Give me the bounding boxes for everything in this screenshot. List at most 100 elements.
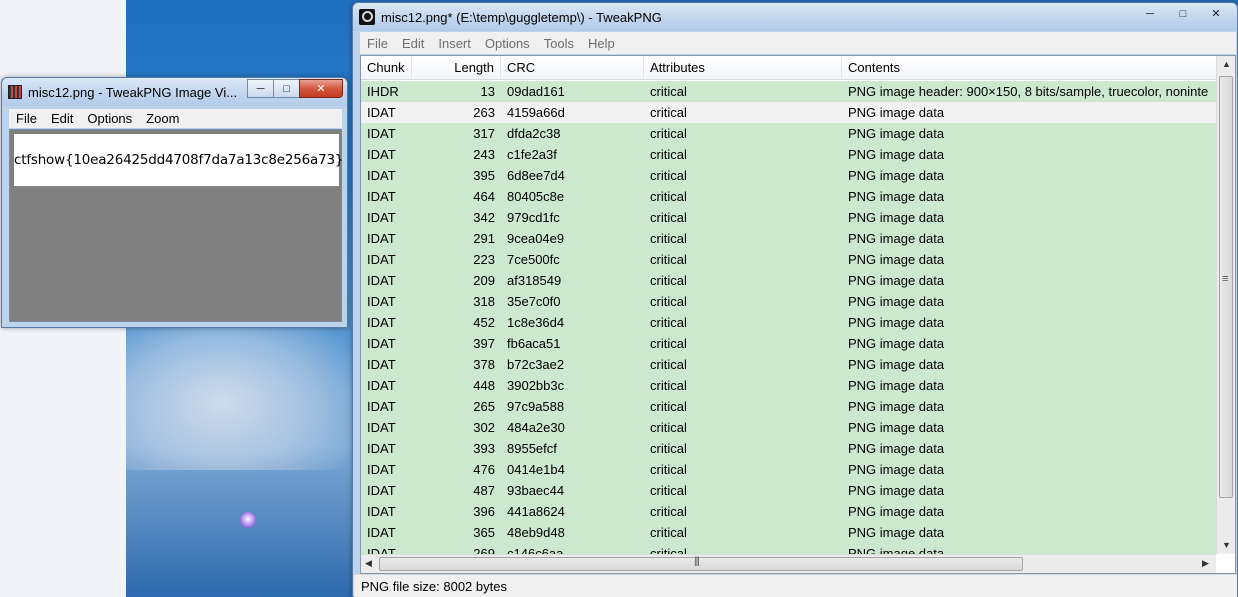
cell-chunk: IDAT (367, 399, 396, 414)
table-row[interactable]: IDAT 476 0414e1b4 critical PNG image data (361, 459, 1216, 480)
menu-tools[interactable]: Tools (537, 36, 581, 51)
cell-attributes: critical (650, 105, 687, 120)
horizontal-scroll-thumb[interactable] (379, 556, 1023, 571)
cell-crc: 93baec44 (507, 483, 565, 498)
table-row[interactable]: IDAT 487 93baec44 critical PNG image data (361, 480, 1216, 501)
cell-crc: 484a2e30 (507, 420, 565, 435)
image-viewer-window[interactable]: misc12.png - TweakPNG Image Vi... ─ □ ✕ … (1, 77, 348, 328)
table-row[interactable]: IDAT 393 8955efcf critical PNG image data (361, 438, 1216, 459)
tweakpng-main-window[interactable]: misc12.png* (E:\temp\guggletemp\) - Twea… (352, 2, 1238, 597)
tweakpng-app-icon (359, 9, 375, 25)
maximize-icon[interactable]: □ (273, 79, 300, 98)
cell-crc: 441a8624 (507, 504, 565, 519)
minimize-icon[interactable]: ─ (247, 79, 274, 98)
cell-crc: 979cd1fc (507, 210, 560, 225)
table-row[interactable]: IDAT 396 441a8624 critical PNG image data (361, 501, 1216, 522)
cell-contents: PNG image data (848, 336, 945, 351)
cell-chunk: IDAT (367, 357, 396, 372)
table-row[interactable]: IDAT 209 af318549 critical PNG image data (361, 270, 1216, 291)
close-icon[interactable]: ✕ (299, 79, 343, 98)
maximize-icon[interactable]: □ (1166, 4, 1200, 23)
column-header-attributes[interactable]: Attributes (644, 56, 842, 80)
column-header-crc[interactable]: CRC (501, 56, 644, 80)
cell-crc: 80405c8e (507, 189, 565, 204)
chunk-list[interactable]: Chunk Length CRC Attributes Contents IHD… (360, 55, 1236, 574)
table-row[interactable]: IDAT 291 9cea04e9 critical PNG image data (361, 228, 1216, 249)
cell-attributes: critical (650, 357, 687, 372)
cell-chunk: IDAT (367, 126, 396, 141)
table-row[interactable]: IDAT 342 979cd1fc critical PNG image data (361, 207, 1216, 228)
chunk-list-header: Chunk Length CRC Attributes Contents (361, 56, 1216, 80)
cell-crc: 8955efcf (507, 441, 557, 456)
column-header-contents[interactable]: Contents (842, 56, 1216, 80)
rendered-png-image: ctfshow{10ea26425dd4708f7da7a13c8e256a73… (14, 134, 343, 186)
cell-length: 476 (473, 462, 495, 477)
scroll-down-icon[interactable]: ▼ (1222, 540, 1231, 550)
table-row[interactable]: IDAT 317 dfda2c38 critical PNG image data (361, 123, 1216, 144)
main-menubar: File Edit Insert Options Tools Help (360, 32, 1236, 54)
cell-contents: PNG image data (848, 504, 945, 519)
table-row[interactable]: IDAT 395 6d8ee7d4 critical PNG image data (361, 165, 1216, 186)
cell-crc: 0414e1b4 (507, 462, 565, 477)
table-row[interactable]: IDAT 223 7ce500fc critical PNG image data (361, 249, 1216, 270)
cell-chunk: IDAT (367, 462, 396, 477)
column-header-chunk[interactable]: Chunk (361, 56, 412, 80)
scroll-right-icon[interactable]: ▶ (1202, 558, 1209, 569)
cell-length: 395 (473, 168, 495, 183)
cell-chunk: IDAT (367, 483, 396, 498)
cell-crc: 7ce500fc (507, 252, 560, 267)
viewer-menu-zoom[interactable]: Zoom (139, 111, 186, 126)
menu-edit[interactable]: Edit (395, 36, 431, 51)
cell-attributes: critical (650, 126, 687, 141)
scroll-left-icon[interactable]: ◀ (365, 558, 372, 569)
cell-chunk: IDAT (367, 252, 396, 267)
cell-attributes: critical (650, 504, 687, 519)
cell-attributes: critical (650, 336, 687, 351)
cell-crc: dfda2c38 (507, 126, 561, 141)
table-row[interactable]: IDAT 397 fb6aca51 critical PNG image data (361, 333, 1216, 354)
table-row[interactable]: IDAT 448 3902bb3c critical PNG image data (361, 375, 1216, 396)
cell-crc: 35e7c0f0 (507, 294, 561, 309)
table-row[interactable]: IDAT 243 c1fe2a3f critical PNG image data (361, 144, 1216, 165)
cell-crc: fb6aca51 (507, 336, 561, 351)
cell-contents: PNG image data (848, 252, 945, 267)
menu-options[interactable]: Options (478, 36, 537, 51)
cell-contents: PNG image data (848, 483, 945, 498)
viewer-menu-file[interactable]: File (9, 111, 44, 126)
viewer-titlebar[interactable]: misc12.png - TweakPNG Image Vi... ─ □ ✕ (2, 78, 347, 106)
table-row[interactable]: IDAT 318 35e7c0f0 critical PNG image data (361, 291, 1216, 312)
column-header-length[interactable]: Length (412, 56, 501, 80)
table-row[interactable]: IDAT 302 484a2e30 critical PNG image data (361, 417, 1216, 438)
cell-crc: c1fe2a3f (507, 147, 557, 162)
minimize-icon[interactable]: ─ (1133, 4, 1167, 23)
viewer-menu-edit[interactable]: Edit (44, 111, 80, 126)
viewer-title: misc12.png - TweakPNG Image Vi... (28, 84, 238, 100)
menu-file[interactable]: File (360, 36, 395, 51)
cell-contents: PNG image data (848, 399, 945, 414)
main-titlebar[interactable]: misc12.png* (E:\temp\guggletemp\) - Twea… (353, 3, 1237, 31)
cell-chunk: IDAT (367, 378, 396, 393)
cell-attributes: critical (650, 294, 687, 309)
horizontal-scrollbar[interactable]: ◀ ▶ (361, 554, 1216, 573)
vertical-scrollbar[interactable]: ▲ ▼ (1216, 56, 1235, 554)
table-row[interactable]: IDAT 464 80405c8e critical PNG image data (361, 186, 1216, 207)
cell-length: 318 (473, 294, 495, 309)
cell-crc: b72c3ae2 (507, 357, 565, 372)
menu-insert[interactable]: Insert (431, 36, 478, 51)
cell-crc: 3902bb3c (507, 378, 565, 393)
vertical-scroll-thumb[interactable] (1219, 76, 1233, 498)
cell-contents: PNG image data (848, 231, 945, 246)
table-row[interactable]: IDAT 265 97c9a588 critical PNG image data (361, 396, 1216, 417)
table-row[interactable]: IDAT 365 48eb9d48 critical PNG image data (361, 522, 1216, 543)
viewer-menu-options[interactable]: Options (80, 111, 139, 126)
cell-chunk: IDAT (367, 294, 396, 309)
cell-length: 396 (473, 504, 495, 519)
menu-help[interactable]: Help (581, 36, 622, 51)
table-row[interactable]: IDAT 263 4159a66d critical PNG image data (361, 102, 1216, 123)
scroll-up-icon[interactable]: ▲ (1222, 59, 1231, 69)
close-icon[interactable]: ✕ (1199, 4, 1233, 23)
table-row[interactable]: IDAT 452 1c8e36d4 critical PNG image data (361, 312, 1216, 333)
cell-crc: 9cea04e9 (507, 231, 565, 246)
table-row[interactable]: IHDR 13 09dad161 critical PNG image header: … (361, 81, 1216, 102)
table-row[interactable]: IDAT 378 b72c3ae2 critical PNG image data (361, 354, 1216, 375)
